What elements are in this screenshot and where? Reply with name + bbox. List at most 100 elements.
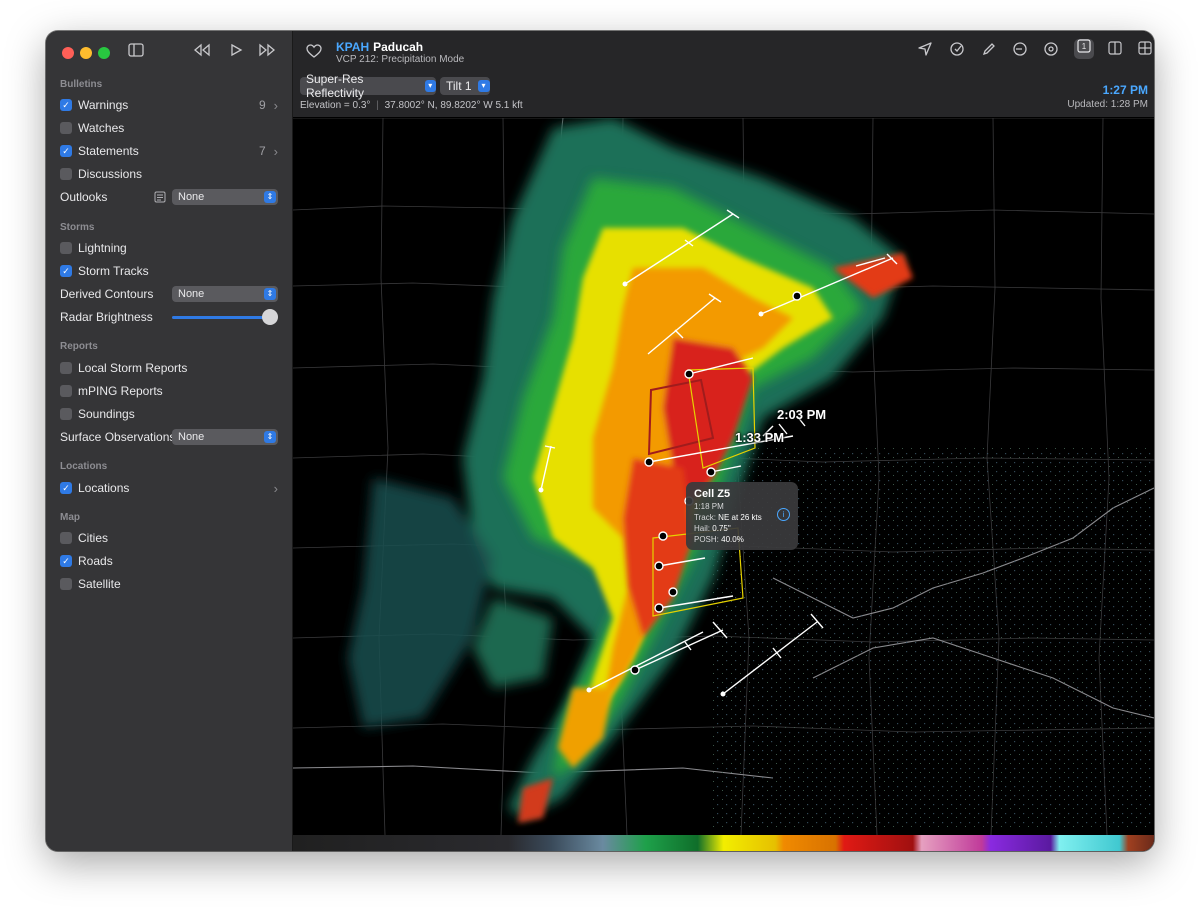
product-select[interactable]: Super-Res Reflectivity ▾ xyxy=(300,72,436,100)
elevation-coordinates: Elevation = 0.3° | 37.8002° N, 89.8202° … xyxy=(300,100,523,111)
sidebar-icon[interactable] xyxy=(128,43,144,60)
locations-toggle[interactable]: ✓ Locations › xyxy=(60,478,278,498)
station-title: KPAH Paducah xyxy=(336,40,423,54)
cities-label: Cities xyxy=(78,531,109,545)
lightning-checkbox[interactable] xyxy=(60,242,72,254)
tilt-select-value: Tilt 1 xyxy=(446,79,472,93)
radar-map[interactable]: 2:03 PM 1:33 PM Cell Z5 1:18 PM Track: N… xyxy=(293,118,1154,835)
satellite-label: Satellite xyxy=(78,577,121,591)
watches-checkbox[interactable] xyxy=(60,122,72,134)
chevron-right-icon[interactable]: › xyxy=(274,481,278,496)
derived-contours-select[interactable]: None ⇕ xyxy=(172,286,278,302)
zoom-window-button[interactable] xyxy=(98,47,110,59)
radar-canvas[interactable] xyxy=(293,118,1154,835)
section-storms: Storms xyxy=(60,222,95,233)
info-icon[interactable]: i xyxy=(777,508,790,521)
reflectivity-color-bar xyxy=(293,835,1154,851)
surface-observations-select[interactable]: None ⇕ xyxy=(172,429,278,445)
cities-checkbox[interactable] xyxy=(60,532,72,544)
warnings-label: Warnings xyxy=(78,98,129,112)
crosshair-icon[interactable] xyxy=(1041,41,1061,61)
cell-hail: Hail: 0.75" xyxy=(694,524,790,533)
warnings-toggle[interactable]: ✓ Warnings 9 › xyxy=(60,95,278,115)
coordinates-readout: 37.8002° N, 89.8202° W 5.1 kft xyxy=(384,100,523,111)
minimize-window-button[interactable] xyxy=(80,47,92,59)
storm-tracks-checkbox[interactable]: ✓ xyxy=(60,265,72,277)
local-storm-reports-checkbox[interactable] xyxy=(60,362,72,374)
chevron-right-icon[interactable]: › xyxy=(274,144,278,159)
surface-observations-value: None xyxy=(178,431,205,443)
satellite-toggle[interactable]: Satellite xyxy=(60,574,278,594)
section-locations: Locations xyxy=(60,461,108,472)
scan-time: 1:27 PM xyxy=(1102,83,1148,97)
soundings-label: Soundings xyxy=(78,407,135,421)
tilt-select[interactable]: Tilt 1 ▾ xyxy=(440,77,490,95)
play-icon[interactable] xyxy=(229,43,243,60)
elevation-readout: Elevation = 0.3° xyxy=(300,100,371,111)
lightning-label: Lightning xyxy=(78,241,127,255)
section-bulletins: Bulletins xyxy=(60,79,103,90)
refresh-location-icon[interactable] xyxy=(947,41,967,61)
section-map: Map xyxy=(60,512,80,523)
station-name: Paducah xyxy=(373,40,424,54)
roads-toggle[interactable]: ✓ Roads xyxy=(60,551,278,571)
soundings-checkbox[interactable] xyxy=(60,408,72,420)
cell-title: Cell Z5 xyxy=(694,488,731,500)
derived-contours-value: None xyxy=(178,288,205,300)
discussions-checkbox[interactable] xyxy=(60,168,72,180)
soundings-toggle[interactable]: Soundings xyxy=(60,404,278,424)
radar-brightness-thumb[interactable] xyxy=(262,309,278,325)
heart-icon[interactable] xyxy=(306,44,322,63)
lightning-toggle[interactable]: Lightning xyxy=(60,238,278,258)
cell-posh-label: POSH: xyxy=(694,535,719,544)
mping-reports-toggle[interactable]: mPING Reports xyxy=(60,381,278,401)
station-code: KPAH xyxy=(336,40,370,54)
cell-posh: POSH: 40.0% xyxy=(694,535,790,544)
cities-toggle[interactable]: Cities xyxy=(60,528,278,548)
statements-toggle[interactable]: ✓ Statements 7 › xyxy=(60,141,278,161)
watches-label: Watches xyxy=(78,121,125,135)
pencil-icon[interactable] xyxy=(979,41,999,61)
track-time-label-2-03: 2:03 PM xyxy=(777,407,827,422)
storm-tracks-label: Storm Tracks xyxy=(78,264,149,278)
locations-checkbox[interactable]: ✓ xyxy=(60,482,72,494)
storm-tracks-toggle[interactable]: ✓ Storm Tracks xyxy=(60,261,278,281)
cell-info-popup[interactable]: Cell Z5 1:18 PM Track: NE at 26 kts Hail… xyxy=(686,482,798,550)
cell-track-value: NE at 26 kts xyxy=(718,513,762,522)
local-storm-reports-label: Local Storm Reports xyxy=(78,361,188,375)
chevron-down-icon: ▾ xyxy=(477,80,490,92)
statements-checkbox[interactable]: ✓ xyxy=(60,145,72,157)
discussions-toggle[interactable]: Discussions xyxy=(60,164,278,184)
mping-reports-checkbox[interactable] xyxy=(60,385,72,397)
cell-posh-value: 40.0% xyxy=(721,535,744,544)
single-pane-icon[interactable]: 1 xyxy=(1074,39,1094,59)
cell-track-label: Track: xyxy=(694,513,716,522)
dual-pane-icon[interactable] xyxy=(1105,41,1125,59)
radar-brightness-slider[interactable] xyxy=(172,316,268,319)
sidebar: Bulletins ✓ Warnings 9 › Watches ✓ State… xyxy=(46,31,293,851)
warnings-checkbox[interactable]: ✓ xyxy=(60,99,72,111)
chevron-right-icon[interactable]: › xyxy=(274,98,278,113)
rewind-icon[interactable] xyxy=(192,43,212,60)
outlooks-select-value: None xyxy=(178,191,205,203)
distance-icon[interactable] xyxy=(1010,41,1030,61)
track-time-label-1-33: 1:33 PM xyxy=(735,430,785,445)
product-select-value: Super-Res Reflectivity xyxy=(306,72,365,100)
satellite-checkbox[interactable] xyxy=(60,578,72,590)
local-storm-reports-toggle[interactable]: Local Storm Reports xyxy=(60,358,278,378)
locations-label: Locations xyxy=(78,481,130,495)
statements-count: 7 xyxy=(258,144,266,158)
chevron-updown-icon: ⇕ xyxy=(264,431,276,443)
quad-pane-icon[interactable] xyxy=(1135,41,1154,59)
outlooks-select[interactable]: None ⇕ xyxy=(172,189,278,205)
close-window-button[interactable] xyxy=(62,47,74,59)
mping-reports-label: mPING Reports xyxy=(78,384,163,398)
section-reports: Reports xyxy=(60,341,98,352)
list-icon[interactable] xyxy=(154,191,166,206)
updated-time: Updated: 1:28 PM xyxy=(1067,99,1148,110)
watches-toggle[interactable]: Watches xyxy=(60,118,278,138)
fast-forward-icon[interactable] xyxy=(257,43,277,60)
svg-text:1: 1 xyxy=(1082,42,1087,51)
location-arrow-icon[interactable] xyxy=(915,41,935,61)
roads-checkbox[interactable]: ✓ xyxy=(60,555,72,567)
